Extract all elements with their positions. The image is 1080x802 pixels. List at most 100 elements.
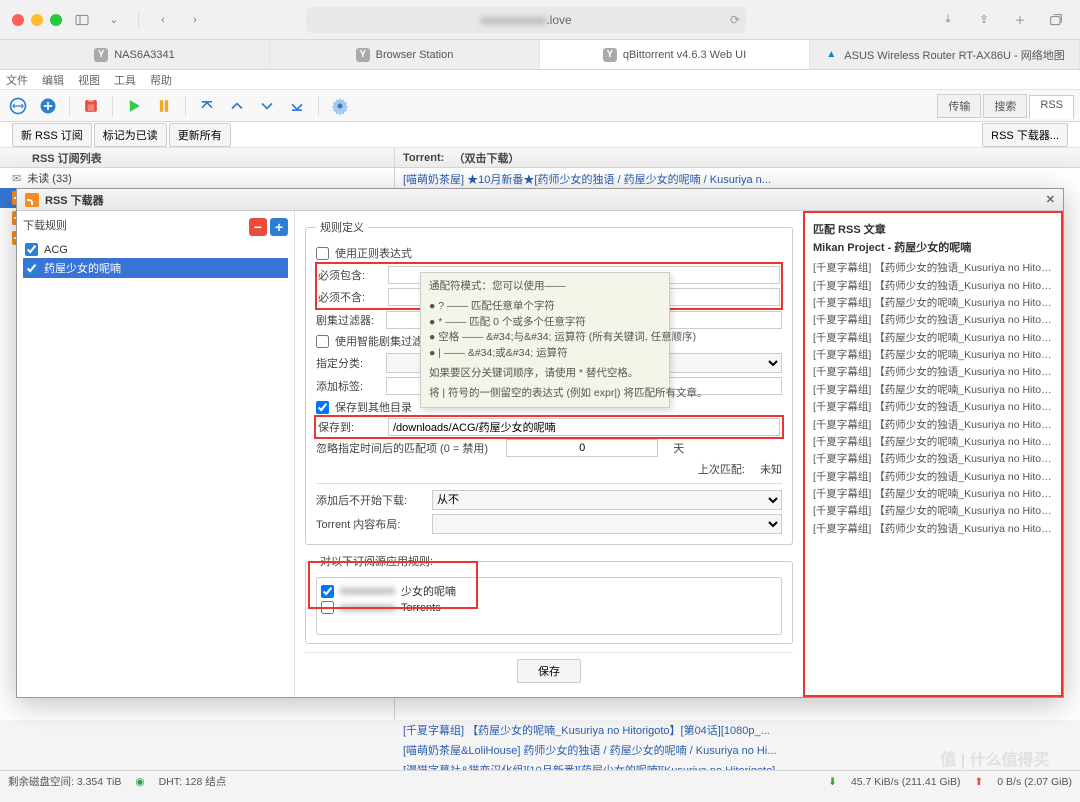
apply-feed-2[interactable]: xxxxxxxxxxTorrents <box>321 600 777 615</box>
torrent-link[interactable]: [喵萌奶茶屋] ★10月新番★[药师少女的独语 / 药屋少女的呢喃 / Kusu… <box>395 168 1080 190</box>
rss-downloader-dialog: RSS 下载器 ✕ 下载规则 − + ACG 药屋少女的呢喃 规则定义 使用正则… <box>16 188 1064 698</box>
match-item[interactable]: [千夏字幕组] 【药屋少女的呢喃_Kusuriya no Hitorig... <box>809 329 1057 346</box>
minimize-window-button[interactable] <box>31 14 43 26</box>
rss-toolbar: 新 RSS 订阅 标记为已读 更新所有 RSS 下载器... <box>0 122 1080 148</box>
connection-icon: ◉ <box>135 776 144 788</box>
rule-item-acg[interactable]: ACG <box>23 241 288 258</box>
rule-checkbox[interactable] <box>25 243 38 256</box>
new-tab-icon[interactable]: ＋ <box>1008 8 1032 32</box>
mark-read-button[interactable]: 标记为已读 <box>94 123 167 147</box>
menu-help[interactable]: 帮助 <box>150 72 172 88</box>
add-paused-select[interactable]: 从不 <box>432 490 782 510</box>
dialog-title: RSS 下载器 <box>45 192 104 208</box>
match-item[interactable]: [千夏字幕组] 【药师少女的独语_Kusuriya no Hitorig... <box>809 276 1057 293</box>
forward-button[interactable]: › <box>183 8 207 32</box>
match-item[interactable]: [千夏字幕组] 【药屋少女的呢喃_Kusuriya no Hitorig... <box>809 433 1057 450</box>
feed-unread[interactable]: ✉︎未读 (33) <box>0 168 394 188</box>
envelope-icon: ✉︎ <box>12 172 21 185</box>
rss-downloader-button[interactable]: RSS 下载器... <box>982 123 1068 147</box>
tab-nas[interactable]: YNAS6A3341 <box>0 40 270 69</box>
pause-icon[interactable] <box>152 94 176 118</box>
rss-icon <box>25 193 39 207</box>
match-item[interactable]: [千夏字幕组] 【药师少女的独语_Kusuriya no Hitorig... <box>809 398 1057 415</box>
dht-nodes: DHT: 128 结点 <box>159 774 227 789</box>
save-button[interactable]: 保存 <box>517 659 581 683</box>
save-other-checkbox[interactable] <box>316 401 329 414</box>
browser-tabs: YNAS6A3341 YBrowser Station YqBittorrent… <box>0 40 1080 70</box>
tab-rss[interactable]: RSS <box>1029 95 1074 119</box>
remove-rule-button[interactable]: − <box>249 218 267 236</box>
match-item[interactable]: [千夏字幕组] 【药师少女的独语_Kusuriya no Hitorig... <box>809 415 1057 432</box>
match-item[interactable]: [千夏字幕组] 【药屋少女的呢喃_Kusuriya no Hitorig... <box>809 381 1057 398</box>
smart-filter-checkbox[interactable] <box>316 335 329 348</box>
upload-arrow-icon: ⬆ <box>974 776 983 788</box>
match-item[interactable]: [千夏字幕组] 【药师少女的独语_Kusuriya no Hitorig... <box>809 311 1057 328</box>
bottom-prio-icon[interactable] <box>285 94 309 118</box>
reload-icon[interactable]: ⟳ <box>730 13 740 27</box>
match-item[interactable]: [千夏字幕组] 【药屋少女的呢喃_Kusuriya no Hitorig... <box>809 485 1057 502</box>
torrent-header: Torrent: （双击下载） <box>395 148 1080 168</box>
apply-feed-1[interactable]: xxxxxxxxxx少女的呢喃 <box>321 582 777 600</box>
share-icon[interactable]: ⇪ <box>972 8 996 32</box>
url-bar[interactable]: xxxxxxxxxxx.love ⟳ <box>306 7 746 33</box>
close-icon[interactable]: ✕ <box>1046 193 1055 206</box>
content-layout-select[interactable] <box>432 514 782 534</box>
up-prio-icon[interactable] <box>225 94 249 118</box>
qb-toolbar: 传输 搜索 RSS <box>0 90 1080 122</box>
match-item[interactable]: [千夏字幕组] 【药屋少女的呢喃_Kusuriya no Hitorig... <box>809 346 1057 363</box>
sidebar-toggle-icon[interactable] <box>70 8 94 32</box>
resume-icon[interactable] <box>122 94 146 118</box>
window-controls <box>12 14 62 26</box>
new-rss-button[interactable]: 新 RSS 订阅 <box>12 123 92 147</box>
match-item[interactable]: [千夏字幕组] 【药师少女的独语_Kusuriya no Hitorig... <box>809 468 1057 485</box>
add-link-icon[interactable] <box>6 94 30 118</box>
feed-checkbox[interactable] <box>321 585 334 598</box>
rule-checkbox[interactable] <box>25 262 38 275</box>
disk-space: 剩余磁盘空间: 3.354 TiB <box>8 774 121 789</box>
status-bar: 剩余磁盘空间: 3.354 TiB ◉ DHT: 128 结点 ⬇45.7 Ki… <box>0 770 1080 792</box>
tab-transfers[interactable]: 传输 <box>937 94 981 118</box>
match-source: Mikan Project - 药屋少女的呢喃 <box>809 239 1057 259</box>
add-rule-button[interactable]: + <box>270 218 288 236</box>
zoom-window-button[interactable] <box>50 14 62 26</box>
tab-search[interactable]: 搜索 <box>983 94 1027 118</box>
top-prio-icon[interactable] <box>195 94 219 118</box>
chevron-down-icon[interactable]: ⌄ <box>102 8 126 32</box>
down-prio-icon[interactable] <box>255 94 279 118</box>
menu-file[interactable]: 文件 <box>6 72 28 88</box>
tab-browser-station[interactable]: YBrowser Station <box>270 40 540 69</box>
tab-asus[interactable]: ▲ASUS Wireless Router RT-AX86U - 网络地图 <box>810 40 1080 69</box>
settings-icon[interactable] <box>328 94 352 118</box>
match-item[interactable]: [千夏字幕组] 【药屋少女的呢喃_Kusuriya no Hitorig... <box>809 294 1057 311</box>
match-item[interactable]: [千夏字幕组] 【药屋少女的呢喃_Kusuriya no Hitorig... <box>809 502 1057 519</box>
download-icon[interactable]: ⤓ <box>936 8 960 32</box>
apply-feeds-fieldset: 对以下订阅源应用规则: xxxxxxxxxx少女的呢喃 xxxxxxxxxxTo… <box>305 553 793 644</box>
delete-icon[interactable] <box>79 94 103 118</box>
feed-checkbox[interactable] <box>321 601 334 614</box>
wildcard-tooltip: 通配符模式：您可以使用—— ● ? —— 匹配任意单个字符 ● * —— 匹配 … <box>420 272 670 408</box>
match-item[interactable]: [千夏字幕组] 【药师少女的独语_Kusuriya no Hitorig... <box>809 363 1057 380</box>
ul-speed: 0 B/s (2.07 GiB) <box>997 776 1072 788</box>
menu-view[interactable]: 视图 <box>78 72 100 88</box>
url-suffix: .love <box>546 13 571 27</box>
tab-qbittorrent[interactable]: YqBittorrent v4.6.3 Web UI <box>540 40 810 69</box>
torrent-link[interactable]: [喵萌奶茶屋&LoliHouse] 药师少女的独语 / 药屋少女的呢喃 / Ku… <box>395 740 1075 760</box>
menu-edit[interactable]: 编辑 <box>42 72 64 88</box>
tabs-overview-icon[interactable] <box>1044 8 1068 32</box>
rule-item-kusuriya[interactable]: 药屋少女的呢喃 <box>23 258 288 278</box>
titlebar: ⌄ ‹ › xxxxxxxxxxx.love ⟳ ⤓ ⇪ ＋ <box>0 0 1080 40</box>
match-item[interactable]: [千夏字幕组] 【药师少女的独语_Kusuriya no Hitorig... <box>809 450 1057 467</box>
save-to-input[interactable] <box>388 418 780 436</box>
close-window-button[interactable] <box>12 14 24 26</box>
match-item[interactable]: [千夏字幕组] 【药师少女的独语_Kusuriya no Hitorig... <box>809 259 1057 276</box>
add-torrent-icon[interactable] <box>36 94 60 118</box>
update-all-button[interactable]: 更新所有 <box>169 123 231 147</box>
menu-tools[interactable]: 工具 <box>114 72 136 88</box>
match-title: 匹配 RSS 文章 <box>809 219 1057 239</box>
ignore-days-input[interactable] <box>506 439 658 457</box>
match-item[interactable]: [千夏字幕组] 【药师少女的独语_Kusuriya no Hitorig... <box>809 520 1057 537</box>
qb-menu: 文件 编辑 视图 工具 帮助 <box>0 70 1080 90</box>
use-regex-checkbox[interactable] <box>316 247 329 260</box>
torrent-link[interactable]: [千夏字幕组] 【药屋少女的呢喃_Kusuriya no Hitorigoto】… <box>395 720 1075 740</box>
back-button[interactable]: ‹ <box>151 8 175 32</box>
